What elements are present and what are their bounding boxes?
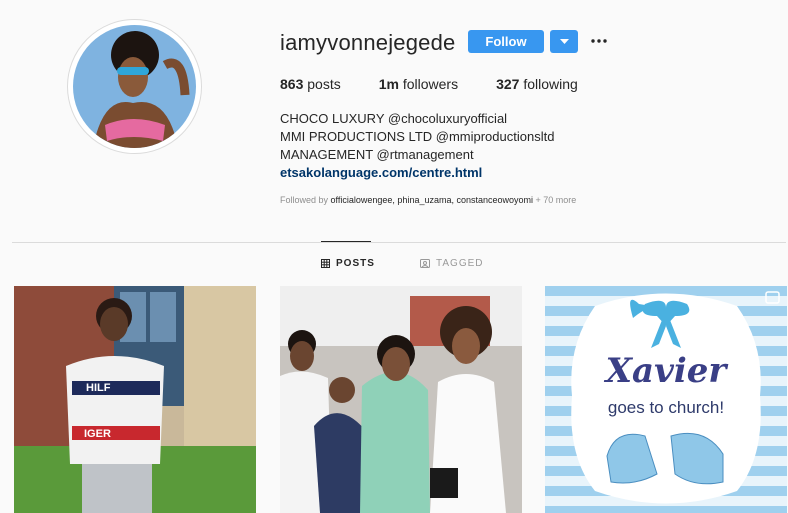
post-thumbnail[interactable] xyxy=(280,286,522,513)
photo-baby-shower-card-icon: Xavier goes to church! xyxy=(545,286,787,513)
card-title: Xavier xyxy=(604,351,729,391)
grid-icon xyxy=(321,259,330,268)
tab-posts[interactable]: POSTS xyxy=(321,258,375,269)
post-thumbnail[interactable]: HILF IGER xyxy=(14,286,256,513)
profile-stats: 863 posts 1m followers 327 following xyxy=(280,76,616,92)
bio-line: MMI PRODUCTIONS LTD @mmiproductionsltd xyxy=(280,129,555,144)
active-tab-indicator xyxy=(321,241,371,242)
avatar-photo xyxy=(73,25,196,148)
photo-boy-in-sweater-icon: HILF IGER xyxy=(14,286,256,513)
caret-down-icon xyxy=(559,38,569,44)
stat-followers[interactable]: 1m followers xyxy=(379,76,458,92)
card-subtitle: goes to church! xyxy=(608,398,724,417)
stat-posts: 863 posts xyxy=(280,76,341,92)
tabs-divider xyxy=(12,242,786,243)
more-options-icon[interactable] xyxy=(589,32,609,50)
followed-by-more: + 70 more xyxy=(535,195,577,205)
profile-website-link[interactable]: etsakolanguage.com/centre.html xyxy=(280,164,554,182)
tag-icon xyxy=(420,259,430,268)
post-thumbnail[interactable]: Xavier goes to church! xyxy=(545,286,787,513)
stat-following[interactable]: 327 following xyxy=(496,76,578,92)
svg-text:HILF: HILF xyxy=(86,382,111,394)
follow-button[interactable]: Follow xyxy=(468,30,544,53)
followed-by-users: officialowengee, phina_uzama, constanceo… xyxy=(330,195,534,205)
tab-tagged[interactable]: TAGGED xyxy=(420,258,483,269)
followed-by-text[interactable]: Followed by officialowengee, phina_uzama… xyxy=(280,195,576,205)
suggestions-dropdown-button[interactable] xyxy=(550,30,578,53)
bio-line: MANAGEMENT @rtmanagement xyxy=(280,147,474,162)
profile-username: iamyvonnejegede xyxy=(280,30,456,55)
bio-line: CHOCO LUXURY @chocoluxuryofficial xyxy=(280,111,508,126)
profile-bio: CHOCO LUXURY @chocoluxuryofficial MMI PR… xyxy=(280,110,554,182)
svg-text:IGER: IGER xyxy=(84,428,111,440)
photo-family-group-icon xyxy=(280,286,522,513)
profile-avatar[interactable] xyxy=(67,19,202,154)
